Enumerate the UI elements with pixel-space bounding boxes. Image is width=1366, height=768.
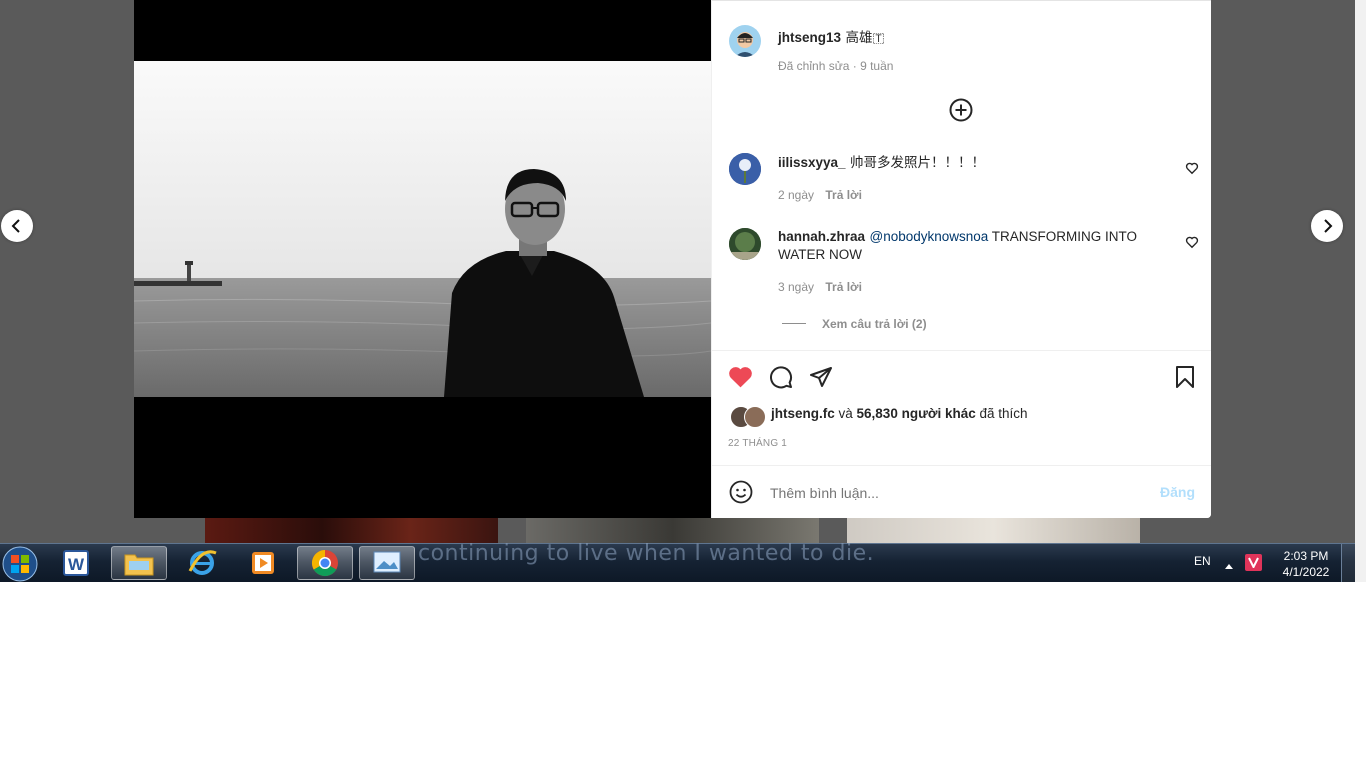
comment-button[interactable]	[769, 365, 793, 394]
author-line: jhtseng13 高雄🇹	[778, 26, 884, 47]
comment-input[interactable]	[768, 481, 1142, 505]
heart-filled-icon	[729, 367, 752, 388]
like-comment-button[interactable]	[1185, 235, 1199, 249]
comment-username[interactable]: iilissxyya_	[778, 155, 846, 170]
paper-plane-icon	[810, 367, 832, 387]
liker-avatars[interactable]	[730, 406, 768, 428]
next-post-button[interactable]	[1311, 210, 1343, 242]
heart-outline-icon	[1185, 236, 1199, 249]
comment-meta: 2 ngày Trả lời	[778, 188, 862, 202]
comment-age[interactable]: 2 ngày	[778, 188, 814, 202]
author-username[interactable]: jhtseng13	[778, 30, 841, 45]
post-modal: jhtseng13 高雄🇹 Đã chỉnh sửa · 9 tuần iili…	[134, 0, 1211, 518]
liker-username[interactable]: jhtseng.fc	[771, 406, 835, 421]
chevron-left-icon	[11, 219, 20, 233]
photo-viewer-icon	[373, 551, 401, 573]
view-replies-button[interactable]: Xem câu trả lời (2)	[782, 315, 927, 333]
comment-body: iilissxyya_ 帅哥多发照片！！！！	[778, 154, 1168, 171]
bookmark-icon	[1176, 366, 1194, 388]
share-button[interactable]	[809, 365, 833, 394]
post-edited-meta: Đã chỉnh sửa · 9 tuần	[778, 59, 894, 73]
post-location[interactable]: 高雄🇹	[845, 30, 884, 45]
emoji-button[interactable]	[729, 480, 753, 509]
comment-body: hannah.zhraa @nobodyknowsnoa TRANSFORMIN…	[778, 228, 1168, 264]
comment-age[interactable]: 3 ngày	[778, 280, 814, 294]
view-replies-label: Xem câu trả lời (2)	[822, 317, 927, 331]
comment-bubble-icon	[770, 366, 793, 389]
reply-button[interactable]: Trả lời	[825, 280, 862, 294]
language-indicator[interactable]: EN	[1194, 554, 1211, 568]
post-comment-button[interactable]: Đăng	[1160, 484, 1195, 500]
page-scrollbar[interactable]	[1355, 0, 1366, 582]
tree-avatar-icon	[729, 228, 761, 260]
load-more-comments-button[interactable]	[949, 98, 973, 127]
folder-icon	[124, 554, 154, 576]
taskbar-photo-viewer[interactable]	[359, 546, 415, 580]
tray-app-v[interactable]	[1245, 554, 1262, 571]
emoji-smiley-icon	[729, 480, 753, 504]
chrome-icon	[311, 549, 338, 577]
taskbar-chrome[interactable]	[297, 546, 353, 580]
internet-explorer-icon	[188, 550, 217, 575]
comment-username[interactable]: hannah.zhraa	[778, 229, 865, 244]
taskbar-explorer[interactable]	[111, 546, 167, 580]
comment-mention[interactable]: @nobodyknowsnoa	[869, 229, 988, 244]
start-button[interactable]	[0, 544, 40, 582]
like-comment-button[interactable]	[1185, 161, 1199, 175]
post-media	[134, 0, 711, 518]
word-icon: W	[63, 550, 89, 576]
comment-meta: 3 ngày Trả lời	[778, 280, 862, 294]
save-button[interactable]	[1175, 365, 1195, 394]
taskbar-media-player[interactable]	[235, 546, 291, 580]
panel-top-border	[712, 0, 1211, 1]
media-player-icon	[252, 552, 274, 574]
triangle-up-icon	[1225, 564, 1233, 569]
likes-and: và	[834, 406, 857, 421]
commenter-avatar[interactable]	[729, 153, 761, 185]
comment-text: 帅哥多发照片！！！！	[850, 155, 986, 170]
commenter-avatar[interactable]	[729, 228, 761, 260]
svg-text:W: W	[68, 555, 85, 574]
likes-count[interactable]: 56,830 người khác	[857, 406, 976, 421]
system-clock[interactable]: 2:03 PM 4/1/2022	[1278, 548, 1334, 580]
chevron-right-icon	[1324, 219, 1333, 233]
likes-suffix: đã thích	[975, 406, 1028, 421]
show-desktop-button[interactable]	[1341, 544, 1355, 582]
flower-avatar-icon	[729, 153, 761, 185]
browser-viewport: jhtseng13 高雄🇹 Đã chỉnh sửa · 9 tuần iili…	[0, 0, 1355, 582]
heart-outline-icon	[1185, 162, 1199, 175]
post-photo[interactable]	[134, 61, 711, 397]
show-hidden-icons-button[interactable]	[1224, 557, 1234, 575]
post-date[interactable]: 22 THÁNG 1	[728, 438, 787, 449]
v-letter-icon	[1248, 557, 1259, 568]
video-subtitle-overlay: continuing to live when I wanted to die.	[418, 541, 875, 566]
plus-circle-icon	[949, 98, 973, 122]
previous-post-button[interactable]	[1, 210, 33, 242]
clock-date: 4/1/2022	[1282, 565, 1330, 579]
like-post-button[interactable]	[728, 365, 753, 393]
section-divider	[712, 350, 1211, 351]
section-divider	[712, 465, 1211, 466]
likes-line: jhtseng.fc và 56,830 người khác đã thích	[771, 406, 1028, 421]
comments-panel: jhtseng13 高雄🇹 Đã chỉnh sửa · 9 tuần iili…	[711, 0, 1211, 518]
grid-thumbnail[interactable]	[847, 518, 1140, 544]
liker-avatar	[744, 406, 766, 428]
author-avatar[interactable]	[729, 25, 761, 57]
taskbar-internet-explorer[interactable]	[174, 546, 230, 580]
taskbar-word[interactable]: W	[48, 546, 104, 580]
windows-orb-icon	[2, 546, 38, 581]
reply-button[interactable]: Trả lời	[825, 188, 862, 202]
avatar-face-icon	[735, 32, 755, 57]
replies-line	[782, 323, 806, 325]
clock-time: 2:03 PM	[1283, 549, 1329, 563]
